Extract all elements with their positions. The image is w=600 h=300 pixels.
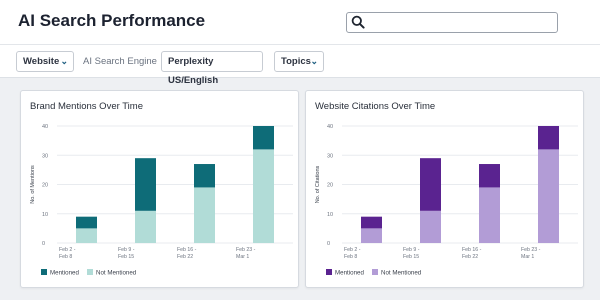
x-tick-label: Feb 23 - bbox=[521, 247, 541, 253]
bar-mentioned bbox=[135, 158, 156, 211]
topics-dropdown[interactable]: Topics ⌄ bbox=[274, 51, 324, 72]
filter-bar: Website ⌄ AI Search Engine Perplexity US… bbox=[0, 45, 600, 86]
bar-mentioned bbox=[253, 126, 274, 150]
y-tick-label: 40 bbox=[327, 124, 333, 130]
y-tick-label: 10 bbox=[42, 212, 48, 218]
legend-label: Mentioned bbox=[335, 270, 364, 277]
bar-not-mentioned bbox=[253, 149, 274, 243]
brand-mentions-chart: 0 10 20 30 40 No. of Mentions Feb 2 -Feb 8 Feb … bbox=[30, 124, 293, 277]
x-tick-label: Feb 9 - bbox=[403, 247, 420, 253]
bar-mentioned bbox=[479, 164, 500, 188]
x-tick-label: Feb 8 bbox=[59, 254, 72, 260]
website-dropdown-label: Website bbox=[23, 56, 60, 67]
bar-mentioned bbox=[76, 216, 97, 229]
legend-label: Not Mentioned bbox=[96, 270, 137, 277]
legend-label: Not Mentioned bbox=[381, 270, 422, 277]
legend-swatch bbox=[41, 269, 47, 275]
legend-swatch bbox=[372, 269, 378, 275]
bar-mentioned bbox=[538, 126, 559, 150]
x-tick-label: Feb 2 - bbox=[344, 247, 361, 253]
x-tick-label: Feb 22 bbox=[177, 254, 193, 260]
search-input[interactable] bbox=[346, 12, 558, 33]
bar-not-mentioned bbox=[194, 187, 215, 243]
y-tick-label: 10 bbox=[327, 212, 333, 218]
bar-not-mentioned bbox=[420, 210, 441, 243]
x-tick-label: Feb 22 bbox=[462, 254, 478, 260]
x-tick-label: Mar 1 bbox=[236, 254, 249, 260]
x-tick-label: Feb 15 bbox=[118, 254, 134, 260]
y-tick-label: 20 bbox=[42, 183, 48, 189]
x-tick-label: Feb 16 - bbox=[177, 247, 197, 253]
brand-mentions-card: Brand Mentions Over Time 0 10 20 30 40 No. of… bbox=[20, 90, 299, 288]
legend-swatch bbox=[87, 269, 93, 275]
bar-mentioned bbox=[361, 216, 382, 229]
y-axis-label: No. of Mentions bbox=[30, 165, 36, 204]
y-tick-label: 30 bbox=[42, 153, 48, 159]
y-tick-label: 20 bbox=[327, 183, 333, 189]
x-tick-label: Feb 8 bbox=[344, 254, 357, 260]
bar-not-mentioned bbox=[76, 228, 97, 243]
chevron-down-icon: ⌄ bbox=[310, 56, 318, 66]
website-citations-chart: 0 10 20 30 40 No. of Citations Feb 2 -Feb 8 Feb… bbox=[315, 124, 578, 277]
x-tick-label: Feb 23 - bbox=[236, 247, 256, 253]
x-tick-label: Feb 16 - bbox=[462, 247, 482, 253]
x-tick-label: Feb 9 - bbox=[118, 247, 135, 253]
bar-not-mentioned bbox=[135, 210, 156, 243]
y-tick-label: 0 bbox=[327, 241, 330, 247]
website-citations-card: Website Citations Over Time 0 10 20 30 40 No.… bbox=[305, 90, 584, 288]
bar-not-mentioned bbox=[361, 228, 382, 243]
ai-search-engine-value: Perplexity US/English bbox=[168, 56, 219, 86]
legend-swatch bbox=[326, 269, 332, 275]
website-dropdown[interactable]: Website ⌄ bbox=[16, 51, 74, 72]
x-tick-label: Feb 2 - bbox=[59, 247, 76, 253]
search-icon bbox=[351, 15, 365, 29]
y-tick-label: 40 bbox=[42, 124, 48, 130]
bar-mentioned bbox=[420, 158, 441, 211]
top-bar: AI Search Performance bbox=[0, 0, 600, 45]
ai-search-engine-label: AI Search Engine bbox=[83, 56, 157, 67]
page-title: AI Search Performance bbox=[18, 11, 206, 30]
x-tick-label: Feb 15 bbox=[403, 254, 419, 260]
chevron-down-icon: ⌄ bbox=[60, 56, 68, 66]
bar-not-mentioned bbox=[479, 187, 500, 243]
y-tick-label: 30 bbox=[327, 153, 333, 159]
ai-search-engine-dropdown[interactable]: Perplexity US/English bbox=[161, 51, 263, 86]
bar-not-mentioned bbox=[538, 149, 559, 243]
x-tick-label: Mar 1 bbox=[521, 254, 534, 260]
y-tick-label: 0 bbox=[42, 241, 45, 247]
y-axis-label: No. of Citations bbox=[315, 165, 321, 203]
topics-dropdown-label: Topics bbox=[281, 56, 311, 67]
legend-label: Mentioned bbox=[50, 270, 79, 277]
bar-mentioned bbox=[194, 164, 215, 188]
